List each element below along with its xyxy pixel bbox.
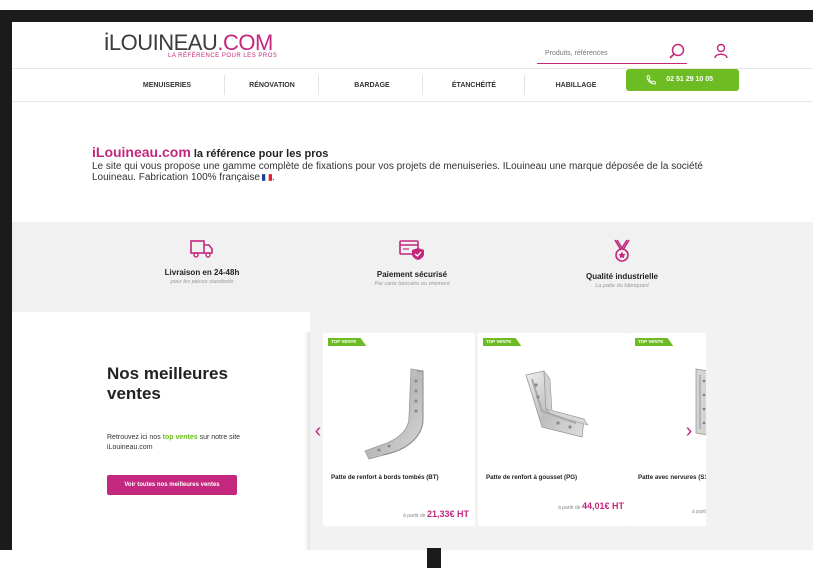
feature-title: Livraison en 24-48h: [164, 268, 240, 277]
carousel-prev-arrow-icon[interactable]: ‹: [311, 420, 325, 442]
monitor-stand: [427, 548, 441, 568]
product-name[interactable]: Patte de renfort à gousset (PG): [486, 474, 626, 482]
logo-wordmark: iLOUINEAU.COM: [104, 29, 273, 56]
intro-title-rest: la référence pour les pros: [190, 148, 329, 160]
site-header: iLOUINEAU.COM LA RÉFÉRENCE POUR LES PROS…: [12, 22, 813, 68]
user-account-icon[interactable]: [712, 42, 730, 60]
logo-text: LOUINEAU: [108, 30, 218, 55]
phone-number: 02 51 29 10 05: [666, 76, 713, 83]
panel-divider: [304, 332, 310, 550]
see-all-best-sellers-button[interactable]: Voir toutes nos meilleures ventes: [107, 475, 237, 495]
search-input[interactable]: Produits, références: [545, 50, 608, 57]
price-prefix: à parti: [692, 509, 706, 515]
feature-title: Qualité industrielle: [585, 272, 658, 281]
intro-section: iLouineau.com la référence pour les pros…: [92, 144, 742, 183]
product-price: à partir de 21,33€ HT: [403, 509, 469, 519]
nav-item-menuiseries[interactable]: MENUISERIES: [112, 69, 222, 102]
intro-text: Le site qui vous propose une gamme compl…: [92, 161, 703, 183]
product-name[interactable]: Patte de renfort à bords tombés (BT): [331, 474, 471, 482]
logo-domain: .COM: [217, 30, 273, 55]
medal-icon: [614, 239, 630, 262]
stage: iLOUINEAU.COM LA RÉFÉRENCE POUR LES PROS…: [0, 0, 813, 568]
french-flag-icon: [261, 174, 272, 181]
features-band: Livraison en 24-48h pour les pièces stan…: [12, 222, 813, 312]
best-sellers-panel: [12, 312, 308, 550]
price-value: 21,33€ HT: [426, 509, 469, 519]
product-card[interactable]: TOP VENTE Patte de renfort à bords tombé…: [323, 333, 475, 526]
nav-item-bardage[interactable]: BARDAGE: [322, 69, 422, 102]
product-price: à parti: [692, 509, 706, 515]
feature-subtitle: pour les pièces standards: [170, 279, 234, 285]
best-sellers-title: Nos meilleures ventes: [107, 364, 228, 403]
price-value: 44,01€ HT: [581, 501, 624, 511]
feature-subtitle: Par carte bancaire ou virement: [374, 281, 450, 287]
main-nav: MENUISERIES RÉNOVATION BARDAGE ÉTANCHÉIT…: [12, 68, 813, 102]
top-vente-badge: TOP VENTE: [328, 338, 367, 346]
intro-brand: iLouineau.com: [92, 144, 191, 160]
nav-divider: [318, 75, 319, 95]
top-vente-badge: TOP VENTE: [483, 338, 522, 346]
product-image[interactable]: [486, 349, 622, 469]
nav-item-renovation[interactable]: RÉNOVATION: [222, 69, 322, 102]
nav-divider: [524, 75, 525, 95]
search-icon[interactable]: [667, 42, 687, 62]
top-ventes-highlight: top ventes: [162, 434, 198, 441]
feature-payment: Paiement sécurisé Par carte bancaire ou …: [312, 222, 512, 287]
nav-item-habillage[interactable]: HABILLAGE: [526, 69, 626, 102]
search-box[interactable]: Produits, références: [537, 42, 687, 64]
carousel-next-arrow-icon[interactable]: ›: [682, 420, 696, 442]
product-price: à partir de 44,01€ HT: [558, 501, 624, 511]
feature-subtitle: La patte du fabriquant: [595, 283, 649, 289]
nav-item-etancheite[interactable]: ÉTANCHÉITÉ: [424, 69, 524, 102]
truck-icon: [190, 240, 213, 258]
intro-title: iLouineau.com la référence pour les pros: [92, 144, 742, 160]
feature-quality: Qualité industrielle La patte du fabriqu…: [522, 222, 722, 289]
product-card[interactable]: TOP VENTE Patte de renfort à gousset (PG…: [478, 333, 630, 526]
phone-button[interactable]: 02 51 29 10 05: [626, 69, 739, 91]
bracket-bt-image: [364, 368, 424, 460]
feature-delivery: Livraison en 24-48h pour les pièces stan…: [102, 222, 302, 285]
price-prefix: à partir de: [403, 513, 427, 519]
product-name[interactable]: Patte avec nervures (S12): [638, 474, 706, 482]
secure-card-icon: [399, 240, 424, 260]
top-vente-badge: TOP VENTE: [635, 338, 674, 346]
price-prefix: à partir de: [558, 505, 582, 511]
logo-tagline: LA RÉFÉRENCE POUR LES PROS: [168, 53, 278, 59]
best-sellers-text-start: Retrouvez ici nos: [107, 434, 163, 441]
product-image[interactable]: [638, 349, 706, 469]
product-image[interactable]: [331, 349, 467, 469]
phone-icon: [646, 74, 657, 85]
site-logo[interactable]: iLOUINEAU.COM LA RÉFÉRENCE POUR LES PROS: [104, 29, 278, 60]
feature-title: Paiement sécurisé: [376, 270, 448, 279]
intro-description: Le site qui vous propose une gamme compl…: [92, 161, 703, 183]
best-sellers-text: Retrouvez ici nos top ventes sur notre s…: [107, 433, 282, 453]
bracket-s12-image: [695, 368, 706, 436]
nav-divider: [422, 75, 423, 95]
bracket-pg-image: [525, 370, 589, 438]
